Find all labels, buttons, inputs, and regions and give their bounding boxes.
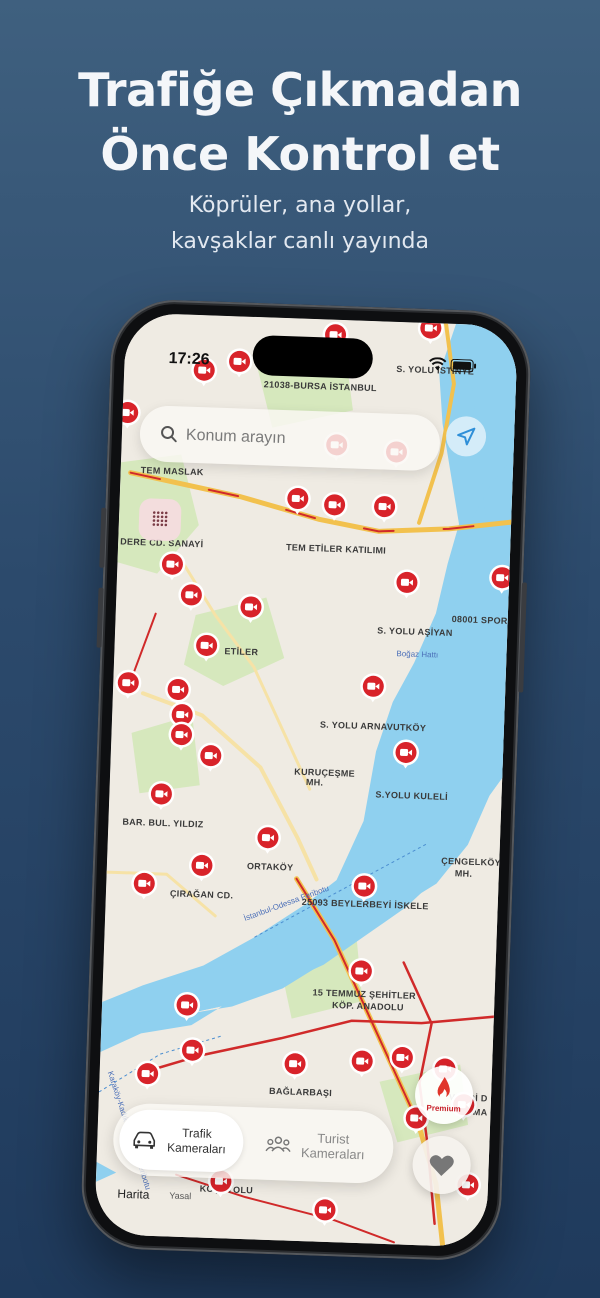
car-icon xyxy=(133,1131,156,1149)
tab-tourist-cameras[interactable]: Turist Kameraları xyxy=(252,1113,388,1178)
headline-line-1: Trafiğe Çıkmadan xyxy=(78,63,522,117)
promo-headline: Trafiğe Çıkmadan Önce Kontrol et xyxy=(0,58,600,186)
map-label: 08001 SPOR xyxy=(452,614,509,626)
map-label: TEM MASLAK xyxy=(141,465,205,477)
maps-attribution: Harita xyxy=(117,1186,150,1202)
map-label: ORTAKÖY xyxy=(247,861,294,873)
map-label: MH. xyxy=(306,777,324,788)
map-label: ETİLER xyxy=(224,646,258,657)
phone-volume-button xyxy=(96,587,104,648)
heart-icon xyxy=(429,1155,454,1176)
dynamic-island xyxy=(252,334,374,380)
map-label: Boğaz Hattı xyxy=(396,649,438,659)
map-label: BAĞLARBAŞI xyxy=(269,1085,332,1098)
subtitle-line-2: kavşaklar canlı yayında xyxy=(171,229,429,254)
map-label: KURUÇEŞME xyxy=(294,767,355,779)
promo-subtitle: Köprüler, ana yollar, kavşaklar canlı ya… xyxy=(0,188,600,260)
headline-line-2: Önce Kontrol et xyxy=(100,127,500,181)
map-label: MH. xyxy=(455,868,473,879)
map-label: ÇIRAĞAN CD. xyxy=(170,887,234,900)
battery-icon xyxy=(450,358,477,373)
subtitle-line-1: Köprüler, ana yollar, xyxy=(188,193,412,218)
grid-toggle-button[interactable] xyxy=(138,498,182,542)
phone-frame: 17:26 21038-BURSA İSTANBUL S. YOLU İSTİN… xyxy=(79,297,533,1263)
tab-label: Kameraları xyxy=(300,1145,365,1163)
wifi-icon xyxy=(429,357,447,371)
search-bar[interactable] xyxy=(139,405,441,472)
locate-me-button[interactable] xyxy=(445,415,487,458)
location-arrow-icon xyxy=(457,427,476,446)
tab-label: Kameraları xyxy=(166,1140,226,1157)
people-icon xyxy=(265,1136,291,1153)
grid-toggle-icon xyxy=(152,511,168,527)
legal-link[interactable]: Yasal xyxy=(169,1190,191,1201)
tab-traffic-cameras[interactable]: Trafik Kameraları xyxy=(118,1108,245,1174)
map-label: ÇENGELKÖY xyxy=(441,856,501,868)
camera-type-tabs: Trafik Kameraları Turist Kameraları xyxy=(112,1102,395,1185)
search-icon xyxy=(161,425,177,443)
phone-side-button xyxy=(518,582,528,693)
app-screen: 17:26 21038-BURSA İSTANBUL S. YOLU İSTİN… xyxy=(94,312,518,1248)
search-input[interactable] xyxy=(183,420,419,459)
flame-icon xyxy=(437,1077,450,1098)
status-time: 17:26 xyxy=(168,349,210,369)
phone-volume-button xyxy=(99,507,107,568)
premium-label: Premium xyxy=(426,1103,461,1114)
